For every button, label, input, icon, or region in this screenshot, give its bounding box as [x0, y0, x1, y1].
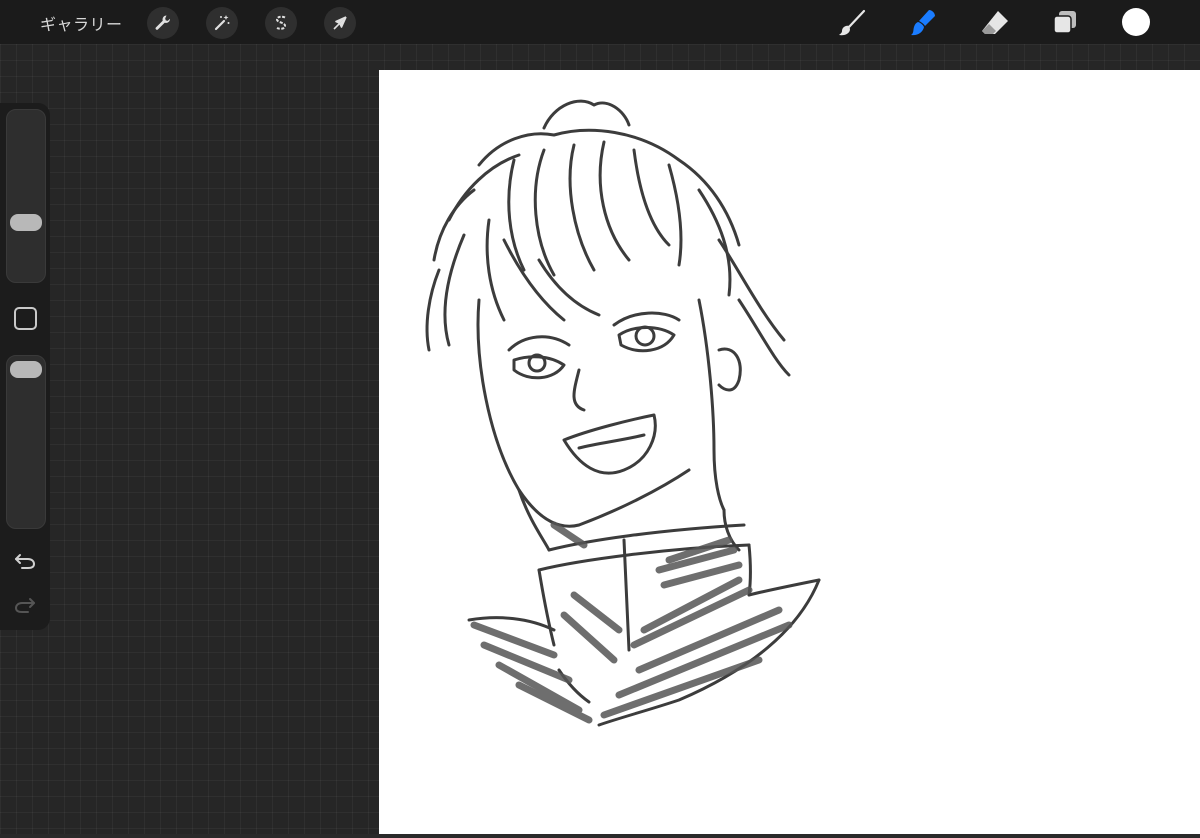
left-sidebar [0, 103, 50, 630]
selection-button[interactable] [265, 7, 297, 39]
wrench-icon [155, 15, 171, 30]
transform-button[interactable] [324, 7, 356, 39]
square-modifier-icon[interactable] [14, 307, 37, 330]
eraser-tool-button[interactable] [978, 6, 1012, 40]
top-toolbar: ギャラリー [0, 0, 1200, 44]
brush-icon [839, 9, 866, 36]
opacity-slider[interactable] [6, 355, 46, 529]
brush-tool-button[interactable] [835, 6, 869, 40]
layers-button[interactable] [1048, 6, 1082, 40]
color-picker-button[interactable] [1122, 8, 1150, 36]
smudge-tool-button[interactable] [906, 6, 940, 40]
arrow-cursor-icon [333, 16, 347, 30]
redo-button[interactable] [12, 593, 38, 617]
undo-arrow-icon [15, 554, 36, 569]
smudge-icon [911, 10, 935, 36]
brush-size-knob[interactable] [10, 214, 42, 231]
redo-arrow-icon [14, 598, 35, 613]
selection-s-icon [275, 15, 287, 30]
brush-size-slider[interactable] [6, 109, 46, 283]
drawing-canvas[interactable] [379, 70, 1200, 834]
undo-button[interactable] [12, 549, 38, 573]
eraser-icon [982, 11, 1008, 34]
gallery-button[interactable]: ギャラリー [40, 11, 123, 35]
magic-wand-icon [214, 15, 230, 31]
adjustments-button[interactable] [206, 7, 238, 39]
sketch-artwork [425, 99, 821, 727]
layers-icon [1053, 11, 1076, 34]
opacity-knob[interactable] [10, 361, 42, 378]
actions-button[interactable] [147, 7, 179, 39]
